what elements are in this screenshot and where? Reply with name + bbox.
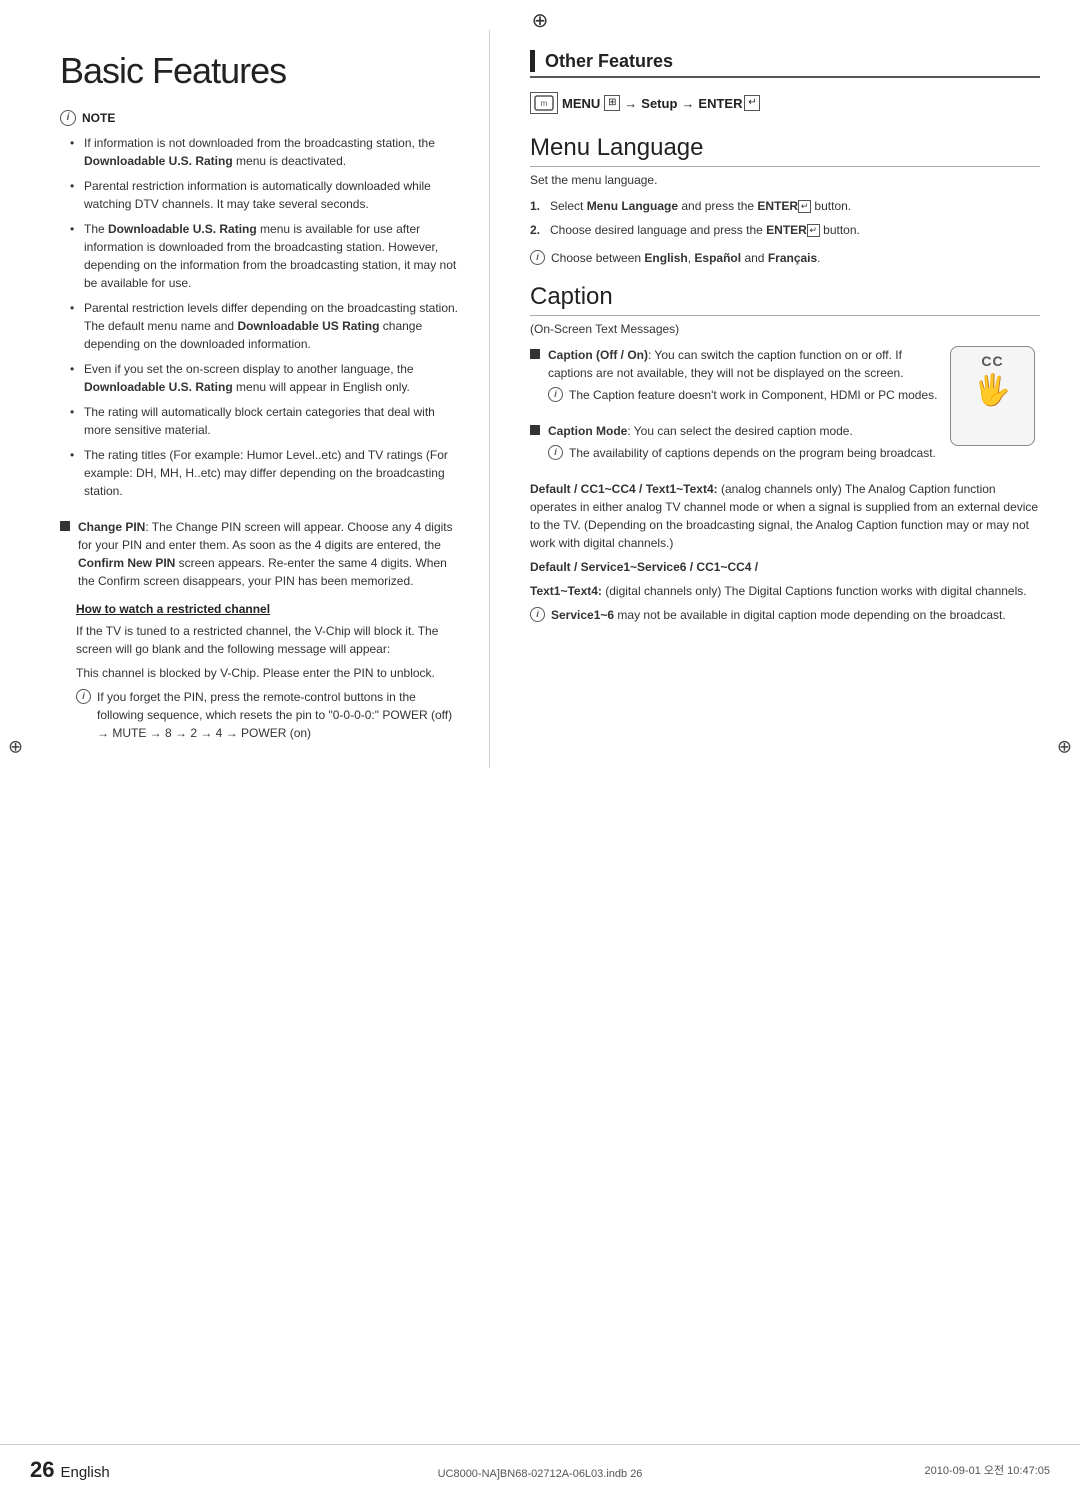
bottom-bar: 26 English UC8000-NA]BN68-02712A-06L03.i…	[0, 1444, 1080, 1494]
restricted-channel-section: How to watch a restricted channel If the…	[60, 602, 459, 742]
menu-label: MENU	[562, 96, 600, 111]
caption-text-col: Caption (Off / On): You can switch the c…	[530, 346, 940, 480]
left-compass-icon: ⊕	[8, 737, 23, 758]
menu-language-title: Menu Language	[530, 134, 1040, 167]
caption-title: Caption	[530, 283, 1040, 316]
service-note: i Service1~6 may not be available in dig…	[530, 606, 1040, 624]
menu-grid-icon: ⊞	[604, 95, 620, 111]
cc-remote-col: CC 🖐	[950, 346, 1040, 446]
caption-avail-icon: i	[548, 445, 563, 460]
note-item-3: The Downloadable U.S. Rating menu is ava…	[70, 220, 459, 292]
caption-mode-bullet	[530, 425, 540, 435]
footer-left: 26 English	[30, 1457, 110, 1483]
note-icon: i	[60, 110, 76, 126]
choose-language-note: i Choose between English, Español and Fr…	[530, 249, 1040, 267]
basic-features-title: Basic Features	[60, 50, 459, 92]
step-1-text: Select Menu Language and press the ENTER…	[550, 197, 851, 215]
menu-language-steps: 1. Select Menu Language and press the EN…	[530, 197, 1040, 239]
other-features-bar-icon	[530, 50, 535, 72]
right-compass-icon: ⊕	[1057, 737, 1072, 758]
caption-body: Caption (Off / On): You can switch the c…	[530, 346, 1040, 480]
default-cc-text: Default / CC1~CC4 / Text1~Text4: (analog…	[530, 480, 1040, 552]
restricted-channel-text2: This channel is blocked by V-Chip. Pleas…	[76, 664, 459, 682]
menu-icon: m	[530, 92, 558, 114]
menu-language-subtitle: Set the menu language.	[530, 173, 1040, 187]
page-number: 26	[30, 1457, 54, 1483]
caption-off-on-bullet	[530, 349, 540, 359]
note-item-4: Parental restriction levels differ depen…	[70, 299, 459, 353]
cc-remote-illustration: CC 🖐	[950, 346, 1035, 446]
page-container: ⊕ ⊕ ⊕ Basic Features i NOTE If informati…	[0, 0, 1080, 1494]
page-language: English	[60, 1464, 109, 1481]
menu-path: m MENU ⊞ → Setup → ENTER ↵	[530, 92, 1040, 114]
pin-note-text: If you forget the PIN, press the remote-…	[97, 688, 459, 742]
pin-note-icon: i	[76, 689, 91, 704]
caption-feature-note-icon: i	[548, 387, 563, 402]
cc-hand-icon: 🖐	[974, 373, 1011, 408]
svg-text:m: m	[541, 99, 548, 108]
caption-off-on-item: Caption (Off / On): You can switch the c…	[530, 346, 940, 410]
other-features-title: Other Features	[545, 51, 673, 72]
footer-date: 2010-09-01 오전 10:47:05	[925, 1462, 1050, 1478]
footer-file: UC8000-NA]BN68-02712A-06L03.indb 26	[438, 1468, 643, 1480]
step-2-num: 2.	[530, 221, 544, 239]
default-service-text: Text1~Text4: (digital channels only) The…	[530, 582, 1040, 600]
caption-off-on-content: Caption (Off / On): You can switch the c…	[548, 346, 940, 410]
step-2-text: Choose desired language and press the EN…	[550, 221, 860, 239]
service-note-icon: i	[530, 607, 545, 622]
menu-enter-label: ENTER	[698, 96, 742, 111]
step-2: 2. Choose desired language and press the…	[530, 221, 1040, 239]
other-features-header: Other Features	[530, 50, 1040, 78]
restricted-channel-text1: If the TV is tuned to a restricted chann…	[76, 622, 459, 658]
note-header: i NOTE	[60, 110, 459, 126]
caption-off-on-label: Caption (Off / On)	[548, 348, 648, 362]
caption-mode-text: : You can select the desired caption mod…	[627, 424, 853, 438]
cc-label: CC	[981, 353, 1003, 369]
change-pin-label: Change PIN	[78, 520, 145, 534]
top-compass-icon: ⊕	[532, 8, 549, 33]
default-service-heading: Default / Service1~Service6 / CC1~CC4 /	[530, 558, 1040, 576]
choose-note-text: Choose between English, Español and Fran…	[551, 249, 821, 267]
caption-feature-note-text: The Caption feature doesn't work in Comp…	[569, 386, 937, 404]
note-item-2: Parental restriction information is auto…	[70, 177, 459, 213]
note-label: NOTE	[82, 111, 115, 125]
left-column: Basic Features i NOTE If information is …	[0, 30, 490, 768]
choose-note-icon: i	[530, 250, 545, 265]
menu-arrow1: →	[624, 96, 637, 111]
step-1-num: 1.	[530, 197, 544, 215]
step-1: 1. Select Menu Language and press the EN…	[530, 197, 1040, 215]
enter-icon: ↵	[744, 95, 760, 111]
caption-mode-content: Caption Mode: You can select the desired…	[548, 422, 936, 468]
note-item-1: If information is not downloaded from th…	[70, 134, 459, 170]
note-section: i NOTE If information is not downloaded …	[60, 110, 459, 500]
note-list: If information is not downloaded from th…	[60, 134, 459, 500]
change-pin-content: Change PIN: The Change PIN screen will a…	[78, 518, 459, 590]
pin-note: i If you forget the PIN, press the remot…	[76, 688, 459, 742]
square-bullet-icon	[60, 521, 70, 531]
caption-avail-text: The availability of captions depends on …	[569, 444, 936, 462]
service-note-text: Service1~6 may not be available in digit…	[551, 606, 1006, 624]
menu-setup: Setup	[641, 96, 677, 111]
caption-subtitle: (On-Screen Text Messages)	[530, 322, 1040, 336]
change-pin-item: Change PIN: The Change PIN screen will a…	[60, 518, 459, 590]
caption-section: Caption (On-Screen Text Messages) Captio…	[530, 283, 1040, 624]
menu-arrow2: →	[681, 96, 694, 111]
caption-mode-label: Caption Mode	[548, 424, 627, 438]
restricted-channel-heading: How to watch a restricted channel	[76, 602, 459, 616]
note-item-6: The rating will automatically block cert…	[70, 403, 459, 439]
caption-mode-item: Caption Mode: You can select the desired…	[530, 422, 940, 468]
note-item-5: Even if you set the on-screen display to…	[70, 360, 459, 396]
note-item-7: The rating titles (For example: Humor Le…	[70, 446, 459, 500]
right-column: Other Features m MENU ⊞ → Setup → ENTER …	[490, 30, 1080, 768]
caption-feature-note: i The Caption feature doesn't work in Co…	[548, 386, 940, 404]
caption-availability-note: i The availability of captions depends o…	[548, 444, 936, 462]
